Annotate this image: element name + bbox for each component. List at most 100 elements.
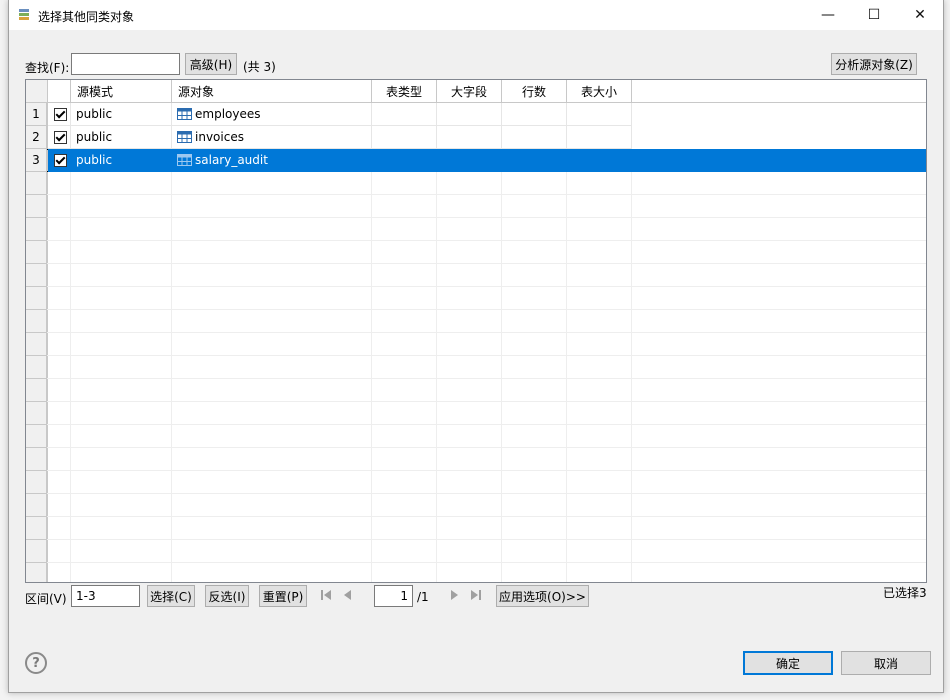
close-icon: ✕ <box>914 7 926 23</box>
empty-row-number <box>26 494 47 517</box>
empty-row-number <box>26 172 47 195</box>
schema-cell: public <box>71 149 172 172</box>
database-app-icon <box>19 9 29 20</box>
objects-table: 源模式 源对象 表类型 大字段 行数 表大小 1 public employee… <box>25 79 927 583</box>
table-icon <box>177 131 192 143</box>
schema-cell: public <box>71 103 172 126</box>
empty-row-number <box>26 379 47 402</box>
column-header-size[interactable]: 表大小 <box>567 80 632 102</box>
empty-grid-row <box>26 563 926 582</box>
table-header: 源模式 源对象 表类型 大字段 行数 表大小 <box>26 80 926 103</box>
empty-row-number <box>26 402 47 425</box>
table-icon <box>177 108 192 120</box>
empty-grid-row <box>26 218 926 241</box>
prev-page-icon[interactable] <box>340 587 356 603</box>
column-header-table-type[interactable]: 表类型 <box>372 80 437 102</box>
empty-grid-row <box>26 195 926 218</box>
search-label: 查找(F): <box>25 61 70 75</box>
table-row-selected[interactable]: 3 public salary_audit <box>26 149 926 172</box>
close-button[interactable]: ✕ <box>897 0 943 30</box>
corner-cell <box>26 80 48 102</box>
empty-row-number <box>26 264 47 287</box>
empty-grid-row <box>26 540 926 563</box>
column-header-object[interactable]: 源对象 <box>172 80 372 102</box>
empty-grid-row <box>26 517 926 540</box>
empty-grid-row <box>26 333 926 356</box>
object-name: employees <box>195 107 261 121</box>
row-checkbox-cell[interactable] <box>48 149 71 172</box>
empty-row-number <box>26 563 47 582</box>
empty-grid-row <box>26 264 926 287</box>
table-icon <box>177 154 192 166</box>
select-objects-dialog: 选择其他同类对象 — ☐ ✕ 查找(F): 高级(H) (共 3) 分析源对象(… <box>8 0 944 693</box>
empty-row-number <box>26 356 47 379</box>
range-input[interactable]: 1-3 <box>71 585 140 607</box>
empty-row-number <box>26 287 47 310</box>
empty-grid-row <box>26 471 926 494</box>
empty-row-number <box>26 241 47 264</box>
empty-grid-row <box>26 494 926 517</box>
check-column-header[interactable] <box>48 80 71 102</box>
empty-grid-row <box>26 241 926 264</box>
page-input[interactable]: 1 <box>374 585 413 607</box>
checkbox-checked-icon[interactable] <box>54 107 67 121</box>
empty-row-number <box>26 195 47 218</box>
table-row[interactable]: 1 public employees <box>26 103 926 126</box>
advanced-button[interactable]: 高级(H) <box>185 53 237 75</box>
total-count: (共 3) <box>243 60 276 74</box>
row-number: 2 <box>26 126 47 149</box>
minimize-icon: — <box>821 7 835 23</box>
empty-grid-row <box>26 402 926 425</box>
row-checkbox-cell[interactable] <box>48 126 71 149</box>
column-header-rows[interactable]: 行数 <box>502 80 567 102</box>
empty-row-number <box>26 333 47 356</box>
cancel-button[interactable]: 取消 <box>841 651 931 675</box>
empty-grid-row <box>26 379 926 402</box>
row-checkbox-cell[interactable] <box>48 103 71 126</box>
checkbox-checked-icon[interactable] <box>54 130 67 144</box>
search-input[interactable] <box>71 53 180 75</box>
maximize-button[interactable]: ☐ <box>851 0 897 30</box>
next-page-icon[interactable] <box>446 587 462 603</box>
empty-grid-row <box>26 310 926 333</box>
object-name: invoices <box>195 130 244 144</box>
checkbox-checked-icon[interactable] <box>54 153 67 167</box>
first-page-icon[interactable] <box>318 587 334 603</box>
schema-cell: public <box>71 126 172 149</box>
analyze-source-button[interactable]: 分析源对象(Z) <box>831 53 917 75</box>
empty-grid-row <box>26 356 926 379</box>
empty-row-number <box>26 517 47 540</box>
last-page-icon[interactable] <box>468 587 484 603</box>
help-button[interactable]: ? <box>25 652 47 674</box>
column-header-schema[interactable]: 源模式 <box>71 80 172 102</box>
help-icon: ? <box>32 655 40 671</box>
apply-options-button[interactable]: 应用选项(O)>> <box>496 585 589 607</box>
object-cell: salary_audit <box>172 149 372 172</box>
minimize-button[interactable]: — <box>805 0 851 30</box>
empty-grid-row <box>26 172 926 195</box>
ok-button[interactable]: 确定 <box>743 651 833 675</box>
title-bar: 选择其他同类对象 — ☐ ✕ <box>9 0 943 30</box>
select-button[interactable]: 选择(C) <box>147 585 195 607</box>
column-header-lob[interactable]: 大字段 <box>437 80 502 102</box>
empty-row-number <box>26 310 47 333</box>
dialog-title: 选择其他同类对象 <box>38 10 135 24</box>
row-number: 3 <box>26 149 47 172</box>
empty-row-number <box>26 218 47 241</box>
row-number: 1 <box>26 103 47 126</box>
page-total: /1 <box>417 590 429 604</box>
table-row[interactable]: 2 public invoices <box>26 126 926 149</box>
object-cell: invoices <box>172 126 372 149</box>
empty-row-number <box>26 425 47 448</box>
invert-select-button[interactable]: 反选(I) <box>205 585 249 607</box>
object-cell: employees <box>172 103 372 126</box>
empty-row-number <box>26 540 47 563</box>
empty-row-number <box>26 448 47 471</box>
empty-grid-row <box>26 425 926 448</box>
reset-button[interactable]: 重置(P) <box>259 585 307 607</box>
empty-grid-row <box>26 448 926 471</box>
selected-count: 已选择3 <box>883 586 927 600</box>
empty-row-number <box>26 471 47 494</box>
range-label: 区间(V) <box>25 592 67 606</box>
maximize-icon: ☐ <box>867 7 881 23</box>
